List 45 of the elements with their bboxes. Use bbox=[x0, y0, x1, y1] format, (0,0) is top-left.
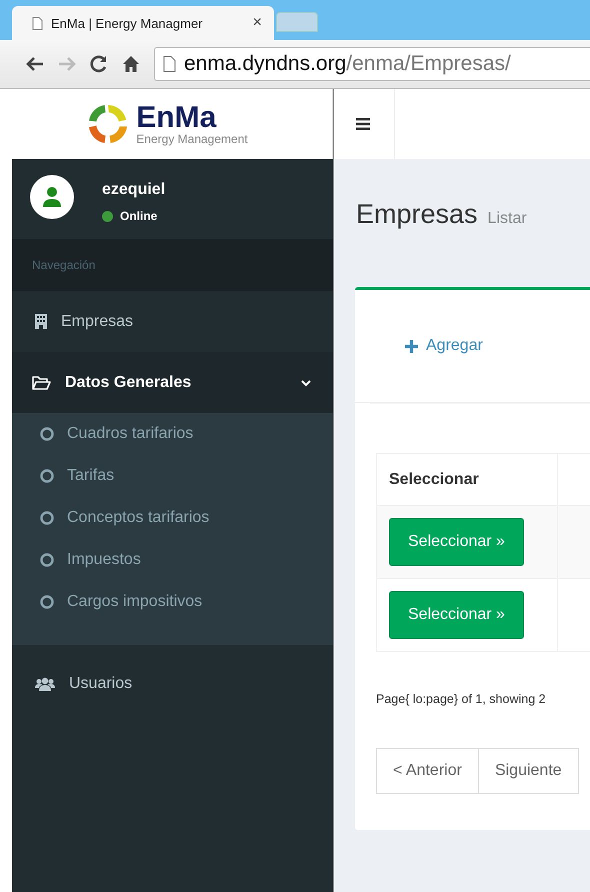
nav-item[interactable]: Datos Generales bbox=[9, 352, 333, 413]
building-icon bbox=[35, 314, 47, 329]
address-bar[interactable]: enma.dyndns.org/enma/Empresas/ bbox=[154, 47, 590, 81]
nav-item[interactable]: Empresas bbox=[12, 291, 333, 352]
submenu-item[interactable]: Tarifas bbox=[12, 455, 333, 497]
pagination-button[interactable]: < Anterior bbox=[376, 748, 479, 794]
pagination-button[interactable]: Siguiente bbox=[478, 748, 579, 794]
circle-icon bbox=[40, 469, 54, 483]
nav-header: Navegación bbox=[12, 239, 333, 291]
url-text: enma.dyndns.org/enma/Empresas/ bbox=[184, 52, 511, 76]
add-button[interactable]: Agregar bbox=[369, 337, 483, 355]
submenu-item[interactable]: Impuestos bbox=[12, 539, 333, 581]
logo-name: EnMa bbox=[136, 103, 218, 133]
select-button[interactable]: Seleccionar » bbox=[389, 591, 524, 639]
page-icon bbox=[163, 56, 176, 72]
page-icon bbox=[32, 16, 43, 30]
user-avatar bbox=[30, 175, 74, 219]
submenu-item[interactable]: Cargos impositivos bbox=[12, 581, 333, 623]
submenu-item[interactable]: Cuadros tarifarios bbox=[12, 413, 333, 455]
back-icon[interactable] bbox=[26, 57, 44, 71]
home-icon[interactable] bbox=[122, 55, 140, 73]
users-icon bbox=[35, 676, 55, 690]
logo-tagline: Energy Management bbox=[136, 133, 248, 145]
column-header: Seleccionar bbox=[376, 454, 558, 506]
circle-icon bbox=[40, 427, 54, 441]
folder-icon bbox=[32, 376, 51, 390]
status-dot-icon bbox=[102, 210, 113, 222]
menu-icon[interactable] bbox=[356, 118, 370, 130]
select-button[interactable]: Seleccionar » bbox=[389, 518, 524, 566]
user-name: ezequiel bbox=[102, 181, 166, 199]
circle-icon bbox=[40, 553, 54, 567]
nav-item[interactable]: Usuarios bbox=[12, 653, 333, 714]
circle-icon bbox=[40, 595, 54, 609]
browser-tab[interactable]: EnMa | Energy Managmer × bbox=[12, 6, 274, 40]
plus-icon bbox=[405, 340, 418, 352]
close-tab-button[interactable]: × bbox=[252, 14, 262, 32]
circle-icon bbox=[40, 511, 54, 525]
page-subtitle: Listar bbox=[488, 210, 527, 228]
reload-icon[interactable] bbox=[90, 55, 108, 73]
submenu-item[interactable]: Conceptos tarifarios bbox=[12, 497, 333, 539]
page-title: Empresas bbox=[356, 199, 478, 230]
pagination-info: Page{ lo:page} of 1, showing 2 bbox=[376, 692, 547, 706]
status-text: Online bbox=[120, 209, 158, 223]
tab-title: EnMa | Energy Managmer bbox=[51, 16, 204, 30]
chevron-icon bbox=[301, 378, 311, 386]
